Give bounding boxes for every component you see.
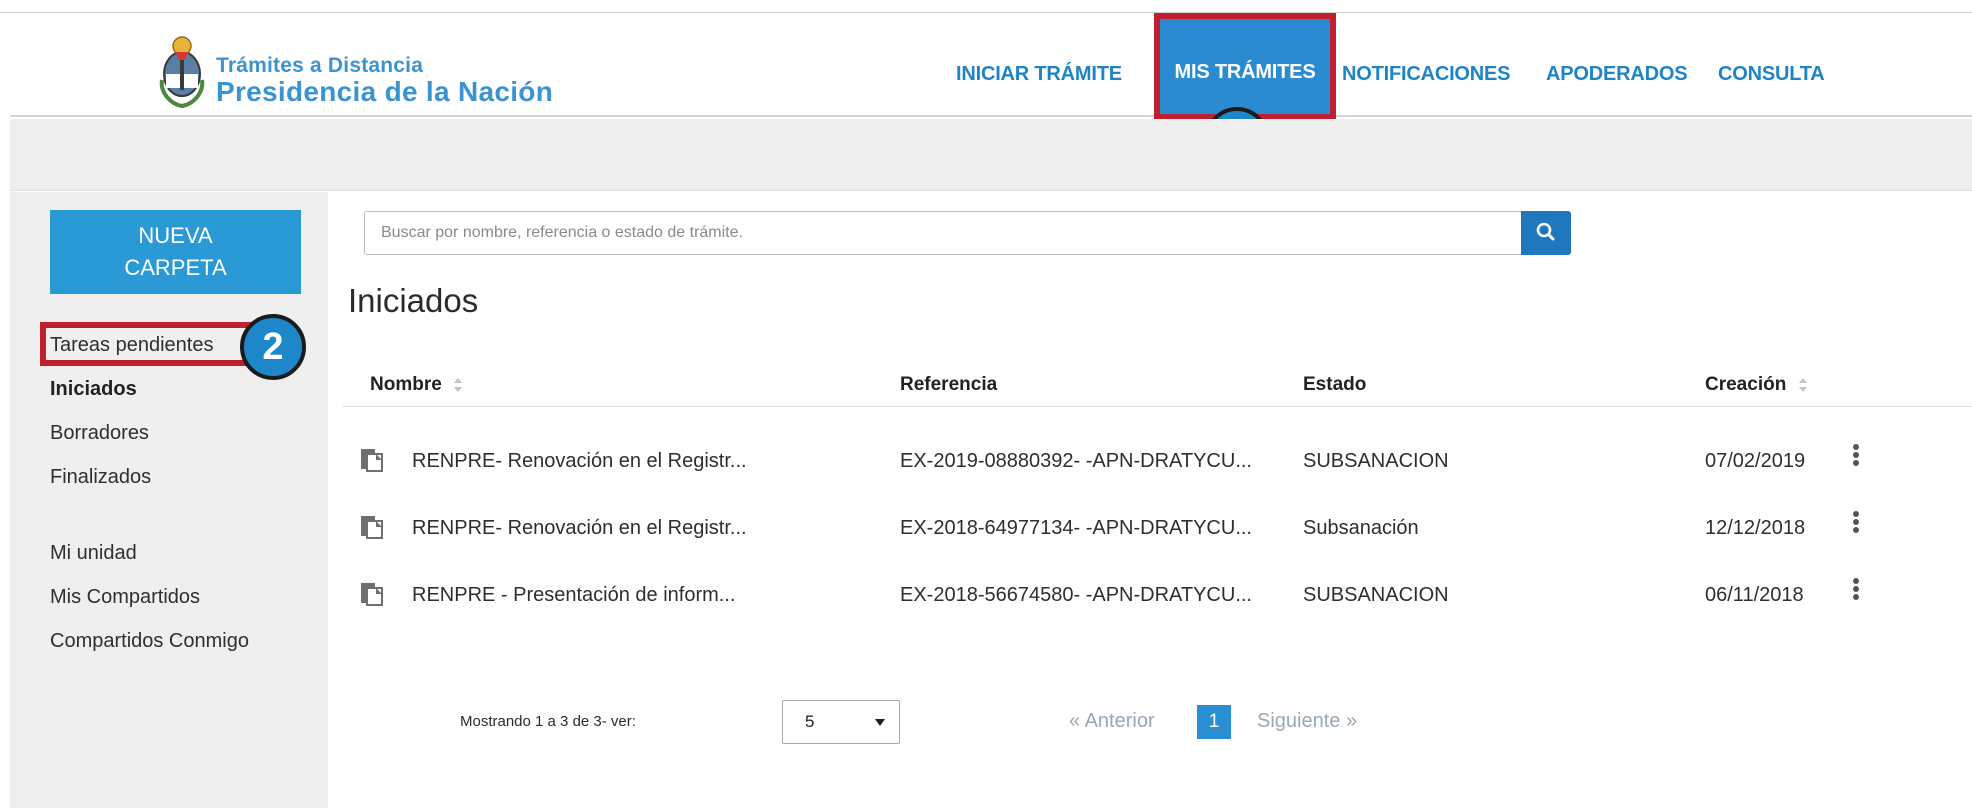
new-folder-button[interactable]: NUEVA CARPETA — [50, 210, 301, 294]
cell-referencia: EX-2019-08880392- -APN-DRATYCU... — [900, 450, 1252, 472]
row-menu-icon[interactable] — [1852, 444, 1860, 470]
table-row[interactable]: RENPRE - Presentación de inform... EX-20… — [342, 560, 1972, 626]
column-header-estado: Estado — [1303, 374, 1367, 395]
main-nav: INICIAR TRÁMITE MIS TRÁMITES NOTIFICACIO… — [10, 13, 1972, 120]
column-label: Creación — [1705, 374, 1787, 395]
sort-icon — [454, 377, 463, 392]
cell-estado: SUBSANACION — [1303, 450, 1449, 472]
cell-estado: Subsanación — [1303, 517, 1419, 539]
nav-consulta[interactable]: CONSULTA — [1718, 63, 1825, 86]
document-icon — [361, 583, 383, 606]
page-title: Iniciados — [348, 282, 479, 319]
column-label: Nombre — [370, 374, 442, 395]
column-header-creacion[interactable]: Creación — [1705, 374, 1808, 396]
search-input[interactable] — [365, 212, 1520, 254]
cell-nombre[interactable]: RENPRE- Renovación en el Registr... — [412, 450, 747, 473]
pagination-next[interactable]: Siguiente » — [1257, 710, 1357, 733]
pagination-current-page[interactable]: 1 — [1197, 705, 1231, 739]
sidebar-item-borradores[interactable]: Borradores — [50, 422, 149, 445]
sidebar-item-finalizados[interactable]: Finalizados — [50, 466, 151, 489]
cell-creacion: 06/11/2018 — [1705, 584, 1804, 606]
nav-apoderados[interactable]: APODERADOS — [1546, 63, 1688, 86]
cell-referencia: EX-2018-64977134- -APN-DRATYCU... — [900, 517, 1252, 539]
pagination-prev[interactable]: « Anterior — [1069, 710, 1155, 733]
sidebar: NUEVA CARPETA Tareas pendientes Iniciado… — [10, 192, 328, 808]
sub-header-band — [10, 119, 1972, 191]
dropdown-caret-icon — [875, 719, 885, 726]
cell-nombre[interactable]: RENPRE- Renovación en el Registr... — [412, 517, 747, 540]
search-button[interactable] — [1521, 211, 1571, 255]
row-menu-icon[interactable] — [1852, 578, 1860, 604]
new-folder-label-1: NUEVA — [138, 223, 213, 248]
sidebar-item-compartidos-conmigo[interactable]: Compartidos Conmigo — [50, 630, 249, 653]
nav-iniciar-tramite[interactable]: INICIAR TRÁMITE — [956, 63, 1122, 86]
column-header-nombre[interactable]: Nombre — [370, 374, 463, 396]
sidebar-item-tareas-pendientes[interactable]: Tareas pendientes — [50, 334, 213, 357]
table-header-divider — [342, 406, 1972, 407]
search-icon — [1536, 222, 1555, 241]
sidebar-item-iniciados[interactable]: Iniciados — [50, 378, 137, 401]
header: Trámites a Distancia Presidencia de la N… — [10, 13, 1972, 120]
sidebar-item-mi-unidad[interactable]: Mi unidad — [50, 542, 137, 565]
cell-nombre[interactable]: RENPRE - Presentación de inform... — [412, 584, 735, 607]
column-header-referencia: Referencia — [900, 374, 998, 395]
page-size-value: 5 — [805, 712, 815, 731]
table-row[interactable]: RENPRE- Renovación en el Registr... EX-2… — [342, 426, 1972, 492]
new-folder-label-2: CARPETA — [124, 255, 227, 280]
cell-referencia: EX-2018-56674580- -APN-DRATYCU... — [900, 584, 1252, 606]
callout-badge-2: 2 — [240, 314, 306, 380]
document-icon — [361, 449, 383, 472]
page-size-select[interactable]: 5 — [782, 700, 900, 744]
nav-mis-tramites[interactable]: MIS TRÁMITES — [1154, 13, 1336, 120]
cell-estado: SUBSANACION — [1303, 584, 1449, 606]
nav-notificaciones[interactable]: NOTIFICACIONES — [1342, 63, 1511, 86]
cell-creacion: 07/02/2019 — [1705, 450, 1806, 472]
sidebar-item-mis-compartidos[interactable]: Mis Compartidos — [50, 586, 200, 609]
document-icon — [361, 516, 383, 539]
row-menu-icon[interactable] — [1852, 511, 1860, 537]
results-count-label: Mostrando 1 a 3 de 3- ver: — [460, 713, 636, 730]
cell-creacion: 12/12/2018 — [1705, 517, 1806, 539]
sort-icon — [1798, 377, 1807, 392]
table-row[interactable]: RENPRE- Renovación en el Registr... EX-2… — [342, 493, 1972, 559]
search-box — [364, 211, 1522, 255]
